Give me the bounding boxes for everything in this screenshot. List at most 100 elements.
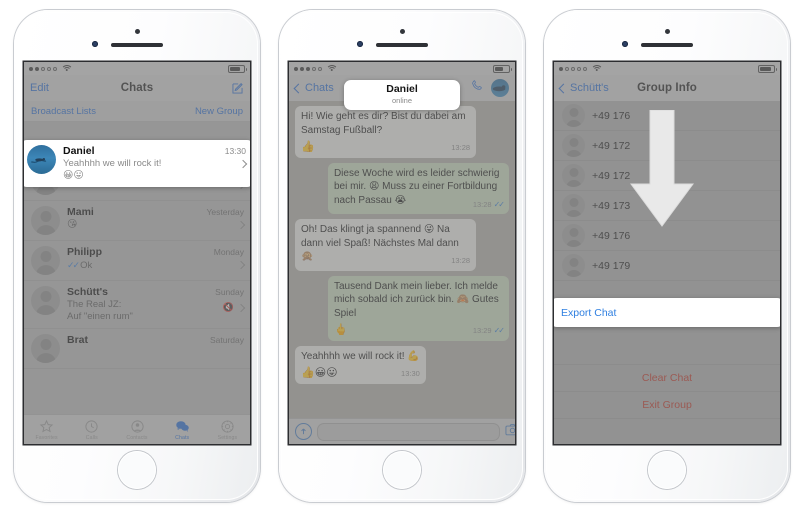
attach-button[interactable]: [295, 423, 312, 440]
chevron-right-icon: [236, 303, 246, 312]
avatar: [562, 134, 585, 157]
chat-time: Sunday: [215, 287, 244, 297]
proximity-sensor: [664, 29, 670, 34]
nav-right-group: [471, 79, 509, 97]
home-button[interactable]: [648, 451, 686, 489]
clock-icon: [84, 419, 99, 434]
phone-call-button[interactable]: [471, 79, 484, 97]
back-button[interactable]: Chats: [293, 82, 334, 94]
camera-icon: [505, 423, 515, 435]
message-time: 13:30: [401, 369, 420, 378]
nav-bar-group-info: Schütt's Group Info: [554, 75, 780, 101]
message-time: 13:29 ✓✓: [473, 324, 505, 338]
phone-icon: [472, 80, 482, 90]
front-camera: [92, 41, 98, 47]
back-label: Schütt's: [570, 82, 609, 94]
chat-row[interactable]: Brat Saturday: [24, 329, 250, 369]
tab-calls[interactable]: Calls: [69, 415, 114, 444]
home-button[interactable]: [118, 451, 156, 489]
broadcast-lists-button[interactable]: Broadcast Lists: [31, 106, 96, 117]
chat-name: Brat: [67, 334, 89, 346]
screen-2: Chats Hi! Wie geht es dir? Bist du dabei…: [289, 62, 515, 444]
back-label: Chats: [305, 82, 334, 94]
highlighted-export-chat-row[interactable]: Export Chat: [554, 298, 780, 327]
chevron-right-icon: [236, 260, 246, 270]
message-bubble-incoming: Oh! Das klingt ja spannend 😜 Na dann vie…: [295, 219, 477, 271]
highlighted-contact-header[interactable]: Daniel online: [344, 80, 460, 110]
phone-2-conversation: Chats Hi! Wie geht es dir? Bist du dabei…: [279, 10, 525, 502]
message-time: 13:28 ✓✓: [473, 198, 505, 212]
down-arrow-overlay: [626, 109, 698, 235]
compose-button[interactable]: [231, 82, 244, 95]
tab-label: Calls: [85, 434, 98, 441]
message-bubble-incoming: Yeahhhh we will rock it! 💪 👍😀😛 13:30: [295, 345, 426, 384]
mute-icon: 🔇: [222, 302, 234, 312]
earpiece-speaker: [376, 43, 428, 47]
signal-strength-icon: [29, 66, 57, 71]
edit-button[interactable]: Edit: [30, 82, 49, 94]
back-button[interactable]: Schütt's: [558, 82, 609, 94]
phone-3-group-info: Schütt's Group Info +49 176 +49 172 +49 …: [544, 10, 790, 502]
message-text: Yeahhhh we will rock it! 💪: [301, 350, 420, 362]
contact-status: online: [391, 96, 413, 105]
chat-row[interactable]: Mami 😘 Yesterday: [24, 201, 250, 241]
avatar: [31, 286, 60, 315]
highlighted-chat-row-daniel[interactable]: Daniel Yeahhhh we will rock it! 😀😛 13:30: [24, 140, 250, 187]
tab-label: Contacts: [126, 434, 148, 441]
edit-label: Edit: [30, 82, 49, 94]
tab-favorites[interactable]: Favorites: [24, 415, 69, 444]
contact-name: Daniel: [386, 83, 418, 95]
message-emoji: 👍😀😛: [301, 367, 338, 379]
member-row[interactable]: +49 179: [554, 251, 780, 281]
avatar: [562, 164, 585, 187]
conversation-thread[interactable]: Hi! Wie geht es dir? Bist du dabei am Sa…: [289, 101, 515, 419]
avatar: [31, 334, 60, 363]
tab-contacts[interactable]: Contacts: [114, 415, 159, 444]
tab-label: Chats: [175, 434, 190, 441]
member-number: +49 176: [592, 229, 631, 242]
avatar: [562, 254, 585, 277]
chevron-left-icon: [558, 83, 569, 93]
new-group-button[interactable]: New Group: [195, 106, 243, 117]
home-button[interactable]: [383, 451, 421, 489]
chat-row[interactable]: Philipp ✓✓ Ok Monday: [24, 241, 250, 281]
chat-name: Philipp: [67, 246, 102, 258]
list-gap: [554, 338, 780, 364]
chat-time: Monday: [213, 247, 244, 257]
chat-name: Schütt's: [67, 286, 109, 298]
export-chat-label: Export Chat: [561, 306, 617, 319]
read-receipt-icon: ✓✓: [67, 260, 80, 270]
avatar: [562, 194, 585, 217]
compose-icon: [231, 82, 244, 95]
proximity-sensor: [134, 29, 140, 34]
battery-icon: [493, 64, 512, 73]
tab-chats[interactable]: Chats: [160, 415, 205, 444]
message-text: Tausend Dank mein lieber. Ich melde mich…: [333, 280, 499, 319]
avatar: [562, 104, 585, 127]
tab-settings[interactable]: Settings: [205, 415, 250, 444]
status-bar: [24, 62, 250, 75]
signal-strength-icon: [294, 66, 322, 71]
chat-preview: The Real JZ:: [67, 299, 122, 310]
chat-row[interactable]: Schütt's The Real JZ: Auf "einen rum" Su…: [24, 281, 250, 329]
screen-1: Edit Chats Broadcast Lists New Group Mam…: [24, 62, 250, 444]
message-input[interactable]: [317, 422, 500, 441]
camera-button[interactable]: [505, 423, 515, 441]
read-receipt-icon: ✓✓: [493, 326, 505, 335]
status-bar: [289, 62, 515, 75]
contact-avatar[interactable]: [491, 79, 509, 97]
message-bubble-outgoing: Tausend Dank mein lieber. Ich melde mich…: [327, 275, 509, 341]
wifi-icon: [60, 64, 73, 73]
chat-time: Yesterday: [206, 207, 245, 217]
chat-preview: ✓✓ Ok: [67, 259, 207, 272]
earpiece-speaker: [641, 43, 693, 47]
exit-group-button[interactable]: Exit Group: [554, 392, 780, 419]
message-emoji: 👍: [301, 141, 315, 153]
message-text: Hi! Wie geht es dir? Bist du dabei am Sa…: [301, 111, 466, 136]
chat-preview: Yeahhhh we will rock it!: [63, 158, 162, 169]
battery-icon: [758, 64, 777, 73]
tab-label: Favorites: [35, 434, 58, 441]
message-time: 13:28: [451, 143, 471, 152]
star-icon: [39, 419, 54, 434]
clear-chat-button[interactable]: Clear Chat: [554, 364, 780, 392]
